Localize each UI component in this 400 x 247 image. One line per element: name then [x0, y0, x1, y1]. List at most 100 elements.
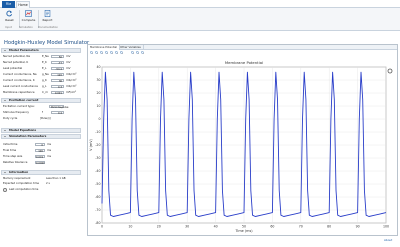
param-row: Nernst potential, Na E_Na 50 mV	[3, 54, 81, 59]
param-input[interactable]: 100	[35, 149, 45, 153]
section-excitation-current[interactable]: Excitation current	[1, 98, 81, 103]
table-icon[interactable]	[141, 51, 145, 55]
param-row: Time step size 0.001 ms	[3, 154, 81, 159]
membrane-potential-chart[interactable]: 0 10 20 30 40 50 60 70 80 90 100-80-70-60-50-40-30…	[88, 55, 397, 235]
reset-label: Reset	[5, 18, 14, 22]
param-label: Leak current conductance	[3, 84, 38, 88]
param-unit: ms	[47, 154, 52, 158]
y-tick-label: -20	[95, 143, 100, 147]
rotate-icon[interactable]	[115, 51, 119, 55]
param-row: Relative tolerance 0.0001	[3, 160, 81, 165]
param-input[interactable]: 0.4	[51, 111, 64, 115]
param-row: Current conductance, Na g_Na 120 mS/cm²	[3, 72, 81, 77]
chart-title: Membrane Potential	[225, 60, 263, 65]
param-symbol: g_K	[42, 78, 47, 82]
y-axis-label: V (mV)	[89, 138, 93, 150]
param-input[interactable]: 0	[35, 143, 45, 147]
last-computation-label: Last computation time	[9, 188, 39, 191]
zoom-in-icon[interactable]	[90, 51, 94, 55]
compute-label: Compute	[21, 18, 36, 22]
compute-button[interactable]: Compute	[21, 10, 36, 26]
x-tick-label: 20	[157, 225, 161, 229]
print-icon[interactable]	[131, 51, 135, 55]
clock-icon	[3, 188, 7, 192]
compute-icon	[25, 10, 32, 17]
param-row: Duty cycle [Pulse] ()	[3, 116, 81, 121]
y-tick-label: -80	[95, 221, 100, 225]
param-input[interactable]: 36	[51, 79, 64, 83]
info-label: Expected computation time	[3, 182, 40, 185]
grid-icon[interactable]	[120, 51, 124, 55]
param-row: Nernst potential, K E_K -77 mV	[3, 60, 81, 65]
pan-icon[interactable]	[110, 51, 114, 55]
param-value: [Pulse] ()	[40, 117, 52, 120]
param-unit: mV	[66, 60, 71, 64]
ribbon-group-simulation: Simulation	[19, 26, 33, 29]
param-input[interactable]: 0.3	[51, 85, 64, 89]
param-input[interactable]: 50	[51, 55, 64, 59]
y-tick-label: 0	[98, 117, 100, 121]
section-simulation-parameters[interactable]: Simulation Parameters	[1, 134, 81, 139]
about-link[interactable]: About	[384, 238, 392, 242]
section-model-equations[interactable]: Model Equations	[1, 128, 81, 133]
param-label: Membrane capacitance	[3, 90, 35, 94]
section-model-parameters[interactable]: Model Parameters	[1, 48, 81, 53]
param-input[interactable]: 120	[51, 73, 64, 77]
zoom-extents-icon[interactable]	[105, 51, 109, 55]
param-symbol: C_m	[42, 90, 48, 94]
param-label: Current conductance, K	[3, 78, 35, 82]
report-button[interactable]: Report	[40, 10, 55, 26]
app-window: File Home Reset Compute Report Input Sim…	[0, 0, 400, 247]
y-tick-label: 30	[96, 78, 100, 82]
param-row: Leak potential E_L -54.4 mV	[3, 66, 81, 71]
x-tick-label: 60	[270, 225, 274, 229]
section-information[interactable]: Information	[1, 170, 81, 175]
param-unit: mS/cm²	[66, 84, 77, 88]
param-label: Time step size	[3, 154, 23, 158]
camera-icon[interactable]	[136, 51, 140, 55]
reset-button[interactable]: Reset	[2, 10, 17, 26]
param-row: Stimulus frequency f 0.4	[3, 110, 81, 115]
param-symbol: E_Na	[42, 54, 49, 58]
zoom-out-icon[interactable]	[95, 51, 99, 55]
param-label: Nernst potential, K	[3, 60, 29, 64]
param-label: Final time	[3, 148, 17, 152]
param-unit: mF/cm²	[66, 90, 77, 94]
param-unit: ms	[47, 142, 52, 146]
excitation-type-select[interactable]: Periodic pulse	[49, 105, 68, 109]
param-input[interactable]: 0.0001	[35, 161, 45, 165]
ribbon-group-documentation: Documentation	[38, 26, 58, 29]
ribbon-tab-bar: File Home	[0, 0, 400, 8]
zoom-box-icon[interactable]	[100, 51, 104, 55]
param-label: Relative tolerance	[3, 160, 28, 164]
y-tick-label: 10	[96, 104, 100, 108]
x-tick-label: 0	[101, 225, 103, 229]
y-tick-label: -60	[95, 195, 100, 199]
info-value: 2 s	[46, 182, 50, 185]
param-label: Initial time	[3, 142, 18, 146]
y-tick-label: -10	[95, 130, 100, 134]
param-input[interactable]: -77	[51, 61, 64, 65]
report-label: Report	[42, 18, 53, 22]
param-label: Nernst potential, Na	[3, 54, 31, 58]
tab-home[interactable]: Home	[16, 1, 30, 8]
tab-file[interactable]: File	[2, 1, 15, 8]
excitation-type-label: Excitation current type:	[3, 104, 35, 108]
param-unit: mS/cm²	[66, 78, 77, 82]
y-tick-label: 40	[96, 65, 100, 69]
x-tick-label: 50	[242, 225, 246, 229]
param-symbol: g_L	[42, 84, 47, 88]
param-input[interactable]: -54.4	[51, 67, 64, 71]
last-computation-row: Last computation time	[3, 187, 81, 193]
report-icon	[44, 10, 51, 17]
y-tick-label: -40	[95, 169, 100, 173]
x-tick-label: 90	[356, 225, 360, 229]
param-unit: mS/cm²	[66, 72, 77, 76]
param-input[interactable]: 0.001	[51, 91, 64, 95]
param-symbol: E_L	[42, 66, 47, 70]
param-row: Initial time 0 ms	[3, 142, 81, 147]
param-input[interactable]: 0.001	[35, 155, 45, 159]
param-unit: ms	[47, 148, 52, 152]
param-symbol: f	[42, 110, 43, 114]
plot-settings-icon[interactable]	[387, 68, 393, 74]
